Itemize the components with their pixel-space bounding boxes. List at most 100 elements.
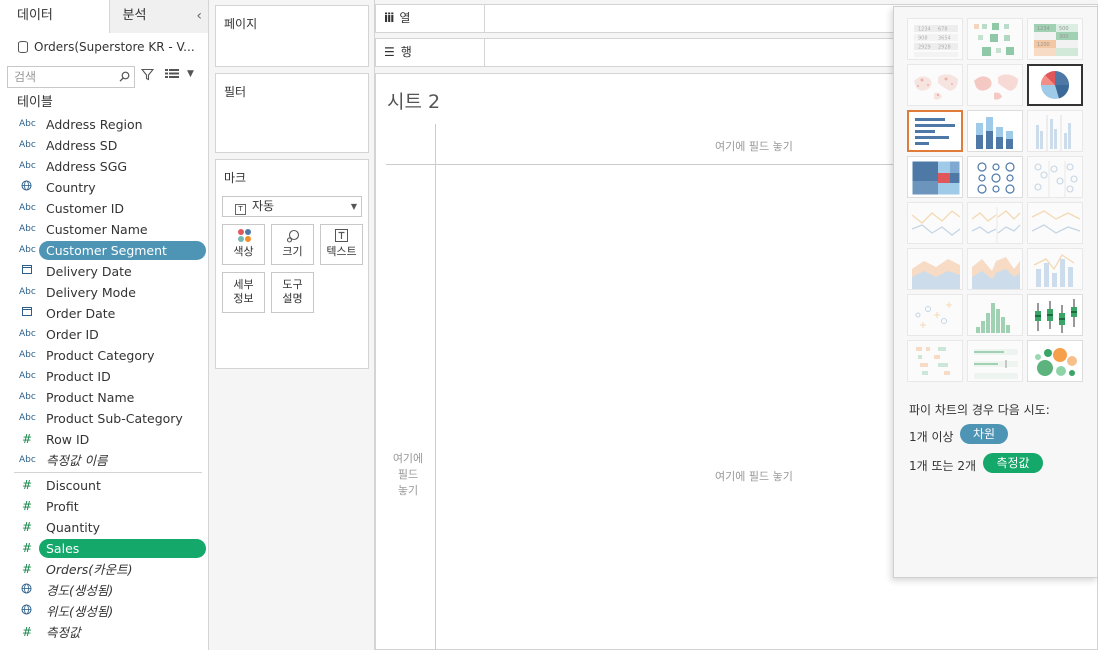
dimension-field[interactable]: Abc Product Sub-Category	[0, 408, 208, 429]
filter-icon[interactable]	[140, 68, 155, 85]
size-button[interactable]: 크기	[271, 224, 314, 265]
measure-field[interactable]: # Profit	[0, 496, 208, 517]
area-discrete-tile[interactable]	[967, 248, 1023, 290]
globe-icon	[21, 177, 43, 198]
area-discrete-icon	[972, 257, 1020, 289]
bullet-graph-tile[interactable]	[967, 340, 1023, 382]
label-button[interactable]: 텍스트	[320, 224, 363, 265]
dimension-field[interactable]: Abc Customer Segment	[0, 240, 208, 261]
measure-field[interactable]: # Orders(카운트)	[0, 559, 208, 580]
packed-bubbles-tile[interactable]	[1027, 340, 1083, 382]
string-type-icon: Abc	[19, 455, 36, 465]
measure-field[interactable]: 위도(생성됨)	[0, 601, 208, 622]
heat-map-tile[interactable]	[967, 18, 1023, 60]
string-type-icon: Abc	[19, 161, 36, 171]
detail-label-line1: 세부	[233, 278, 254, 291]
dimension-field[interactable]: Abc Customer Name	[0, 219, 208, 240]
horizontal-bars-tile[interactable]	[907, 110, 963, 152]
measure-field-label: 측정값	[46, 625, 81, 640]
dimension-field[interactable]: Abc Product Name	[0, 387, 208, 408]
discrete-lines-icon	[971, 207, 1021, 243]
globe-icon	[21, 601, 43, 622]
cards-column: 페이지 필터 마크 T 자동 ▼ 색상 크기 텍스트 세부 정보 도구 설명	[209, 0, 375, 650]
symbol-map-icon	[914, 74, 958, 100]
list-view-icon[interactable]	[165, 68, 179, 82]
dimension-field[interactable]: Delivery Date	[0, 261, 208, 282]
mark-type-value: 자동	[252, 199, 275, 213]
dual-lines-tile[interactable]	[1027, 202, 1083, 244]
dual-combination-tile[interactable]	[1027, 248, 1083, 290]
text-mark-icon: T	[235, 204, 246, 215]
search-icon[interactable]	[119, 68, 130, 88]
side-by-side-circles-tile[interactable]	[1027, 156, 1083, 198]
detail-button[interactable]: 세부 정보	[222, 272, 265, 313]
tab-data[interactable]: 데이터	[0, 0, 111, 33]
dimension-field[interactable]: Abc Customer ID	[0, 198, 208, 219]
pages-card[interactable]: 페이지	[215, 5, 369, 67]
gantt-chart-tile[interactable]	[907, 340, 963, 382]
treemap-icon	[911, 160, 961, 196]
dimension-field-label: Order ID	[46, 327, 99, 342]
gantt-chart-icon	[916, 347, 950, 375]
histogram-tile[interactable]	[967, 294, 1023, 336]
dimension-field[interactable]: Country	[0, 177, 208, 198]
datasource-selector[interactable]: Orders(Superstore KR - V...	[0, 35, 208, 60]
scatter-plot-tile[interactable]	[907, 294, 963, 336]
measure-field[interactable]: # Quantity	[0, 517, 208, 538]
chevron-down-icon[interactable]: ▼	[187, 69, 194, 79]
dimension-field[interactable]: Abc Product Category	[0, 345, 208, 366]
columns-drop-zone[interactable]: 여기에 필드 놓기	[715, 138, 793, 154]
collapse-pane-icon[interactable]: ‹	[196, 0, 202, 32]
search-input[interactable]: 검색	[7, 66, 135, 88]
box-plot-tile[interactable]	[1027, 294, 1083, 336]
treemap-tile[interactable]	[907, 156, 963, 198]
dimension-field[interactable]: Abc Address SD	[0, 135, 208, 156]
dimension-field-label: Address SD	[46, 138, 118, 153]
dimension-field[interactable]: Abc Product ID	[0, 366, 208, 387]
svg-text:2928: 2928	[938, 45, 951, 51]
string-type-icon: Abc	[19, 119, 36, 129]
rows-drop-zone[interactable]: 여기에 필드 놓기	[386, 451, 430, 499]
dimension-field[interactable]: Abc Address SGG	[0, 156, 208, 177]
center-drop-zone[interactable]: 여기에 필드 놓기	[715, 468, 793, 484]
sheet-title[interactable]: 시트 2	[387, 87, 440, 114]
tab-analysis[interactable]: 분석 ‹	[110, 0, 208, 33]
area-continuous-tile[interactable]	[907, 248, 963, 290]
discrete-lines-tile[interactable]	[967, 202, 1023, 244]
dimension-field-label: Delivery Date	[46, 264, 132, 279]
continuous-lines-tile[interactable]	[907, 202, 963, 244]
dimension-field[interactable]: Abc 측정값 이름	[0, 450, 208, 471]
histogram-icon	[976, 303, 1010, 333]
symbol-map-tile[interactable]	[907, 64, 963, 106]
rows-icon: ☰	[384, 45, 395, 59]
dimension-field[interactable]: Abc Order ID	[0, 324, 208, 345]
columns-shelf-label: iii 열	[384, 5, 410, 32]
measure-field[interactable]: # Discount	[0, 475, 208, 496]
filled-map-tile[interactable]	[967, 64, 1023, 106]
string-type-icon: Abc	[19, 350, 36, 360]
dimension-field[interactable]: Abc Delivery Mode	[0, 282, 208, 303]
measure-field[interactable]: # 측정값	[0, 622, 208, 643]
shelf-divider	[484, 39, 485, 66]
measure-field-label: 경도(생성됨)	[46, 583, 114, 598]
filters-card[interactable]: 필터	[215, 73, 369, 153]
measure-field[interactable]: 경도(생성됨)	[0, 580, 208, 601]
requirement-measure-text: 1개 또는 2개	[909, 459, 977, 473]
stacked-bars-tile[interactable]	[967, 110, 1023, 152]
dimension-field[interactable]: Order Date	[0, 303, 208, 324]
tooltip-button[interactable]: 도구 설명	[271, 272, 314, 313]
side-by-side-bars-tile[interactable]	[1027, 110, 1083, 152]
text-table-tile[interactable]: 1234 678 908 3654 2929 2928	[907, 18, 963, 60]
measure-pill: 측정값	[983, 453, 1043, 473]
dimension-field[interactable]: # Row ID	[0, 429, 208, 450]
dimension-field[interactable]: Abc Address Region	[0, 114, 208, 135]
mark-type-dropdown[interactable]: T 자동 ▼	[222, 196, 362, 217]
columns-label-text: 열	[399, 11, 411, 25]
measure-field[interactable]: # Sales	[0, 538, 208, 559]
svg-text:1234: 1234	[918, 27, 931, 33]
circle-views-tile[interactable]	[967, 156, 1023, 198]
highlight-table-tile[interactable]: 1234 500 300 1200	[1027, 18, 1083, 60]
pie-chart-tile[interactable]	[1027, 64, 1083, 106]
color-button[interactable]: 색상	[222, 224, 265, 265]
show-me-hint-title: 파이 차트의 경우 다음 시도:	[909, 403, 1050, 417]
